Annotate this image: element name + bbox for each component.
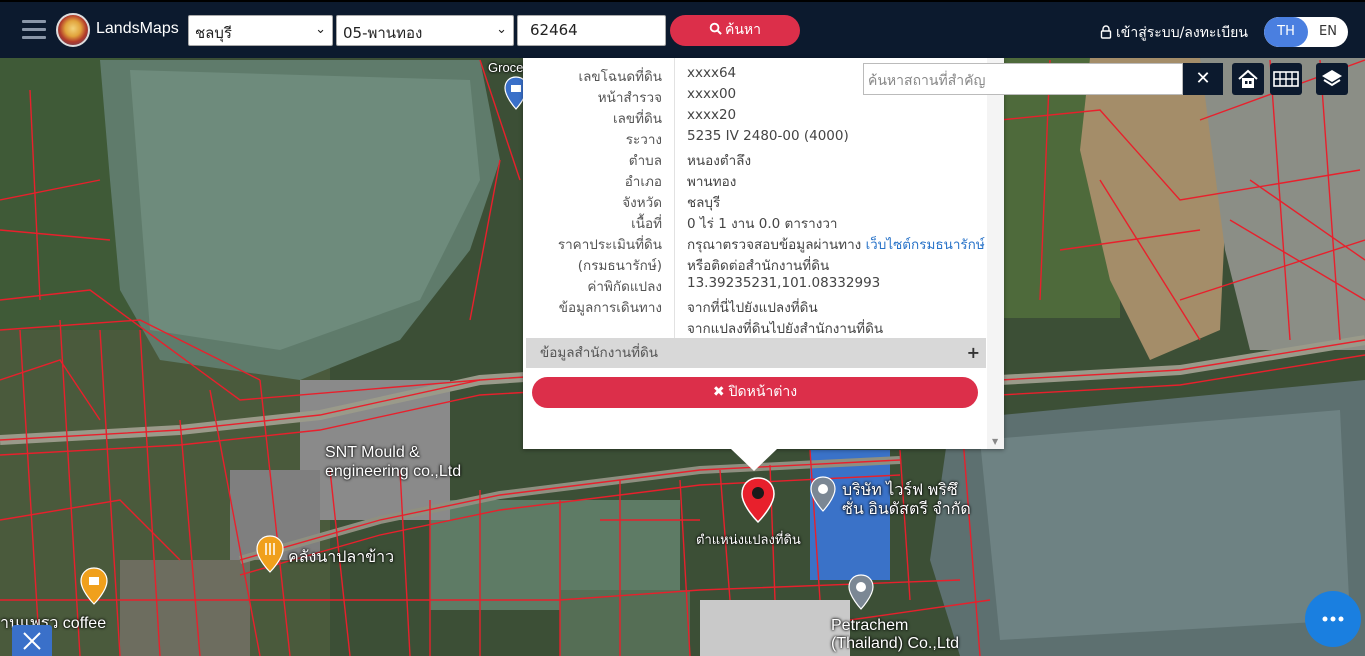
deed-number-value: 62464 <box>530 21 578 39</box>
parcel-info-popup: เลขโฉนดที่ดิน xxxx64 หน้าสำรวจ xxxx00 เล… <box>523 58 1004 471</box>
map-label-snt-line1: SNT Mould & <box>325 444 420 461</box>
info-value: xxxx00 <box>687 86 737 102</box>
province-select-value: ชลบุรี <box>195 24 232 42</box>
chevron-down-icon: ⌄ <box>496 22 507 37</box>
info-value: xxxx64 <box>687 65 737 81</box>
map-label-fish: คลังนาปลาข้าว <box>288 549 395 566</box>
map-label-petrachem-line2: (Thailand) Co.,Ltd <box>831 635 960 652</box>
info-label: จังหวัด <box>622 195 662 211</box>
treasury-website-link[interactable]: เว็บไซต์กรมธนารักษ์ <box>866 237 985 253</box>
map-label-grocery: Groce <box>488 60 524 75</box>
search-icon <box>709 22 722 35</box>
grid-icon <box>1273 71 1299 87</box>
info-value: ชลบุรี <box>687 195 721 211</box>
coord-label: ค่าพิกัดแปลง <box>587 279 662 295</box>
info-label: ระวาง <box>625 132 662 148</box>
info-row: เนื้อที่ 0 ไร่ 1 งาน 0.0 ตารางวา <box>523 212 987 233</box>
search-button[interactable]: ค้นหา <box>670 15 800 46</box>
info-row: ตำบล หนองตำลึง <box>523 149 987 170</box>
province-select[interactable]: ชลบุรี ⌄ <box>188 15 333 46</box>
map-label-snt-line2: engineering co.,Ltd <box>325 463 462 480</box>
landsmaps-logo <box>56 13 90 47</box>
map-label-petrachem-line1: Petrachem <box>831 617 909 634</box>
info-value: หนองตำลึง <box>687 153 752 169</box>
company-pin-icon[interactable] <box>810 476 836 512</box>
close-window-button[interactable]: ✖ ปิดหน้าต่าง <box>532 377 978 408</box>
chat-button[interactable] <box>1305 591 1361 647</box>
parcel-location-pin-icon[interactable] <box>740 476 776 524</box>
coordinates-link[interactable]: 13.39235231,101.08332993 <box>687 275 880 291</box>
district-select-value: 05-พานทอง <box>343 24 423 42</box>
login-link[interactable]: เข้าสู่ระบบ/ลงทะเบียน <box>1100 22 1248 44</box>
route-to-parcel-link[interactable]: จากที่นี่ไปยังแปลงที่ดิน <box>687 296 818 318</box>
info-row: ระวาง 5235 IV 2480-00 (4000) <box>523 128 987 149</box>
map-label-company-line2: ซั่น อินดัสตรี จำกัด <box>842 501 971 518</box>
info-value: xxxx20 <box>687 107 737 123</box>
place-search-input[interactable]: ค้นหาสถานที่สำคัญ <box>863 63 1183 95</box>
price-text-2: หรือติดต่อสำนักงานที่ดิน <box>687 258 830 274</box>
hamburger-menu-icon[interactable] <box>22 20 46 40</box>
map-label-parcel-marker: ตำแหน่งแปลงที่ดิน <box>696 532 801 547</box>
lang-th-button[interactable]: TH <box>1264 17 1308 47</box>
coffee-pin-icon[interactable] <box>80 567 108 605</box>
land-office-section-toggle[interactable]: ข้อมูลสำนักงานที่ดิน + <box>526 338 986 368</box>
info-label: อำเภอ <box>624 174 662 190</box>
info-value: พานทอง <box>687 174 737 190</box>
info-row: จังหวัด ชลบุรี <box>523 191 987 212</box>
route-to-office-link[interactable]: จากแปลงที่ดินไปยังสำนักงานที่ดิน <box>687 317 883 339</box>
info-row: อำเภอ พานทอง <box>523 170 987 191</box>
price-value: กรุณาตรวจสอบข้อมูลผ่านทาง เว็บไซต์กรมธนา… <box>687 233 985 255</box>
restaurant-pin-icon[interactable] <box>256 535 284 573</box>
layers-icon <box>1322 70 1342 87</box>
petrachem-pin-icon[interactable] <box>848 574 874 610</box>
price-label-2: (กรมธนารักษ์) <box>577 258 662 274</box>
price-label: ราคาประเมินที่ดิน <box>557 237 662 253</box>
place-search-placeholder: ค้นหาสถานที่สำคัญ <box>868 73 986 89</box>
home-icon <box>1238 69 1258 88</box>
more-dots-icon <box>1322 616 1344 622</box>
close-icon: ✕ <box>1195 68 1211 89</box>
info-label: เลขโฉนดที่ดิน <box>578 69 662 85</box>
coord-row: ค่าพิกัดแปลง 13.39235231,101.08332993 <box>523 275 987 296</box>
chevron-down-icon: ⌄ <box>315 22 326 37</box>
home-button[interactable] <box>1232 63 1264 95</box>
brand-name: LandsMaps <box>96 20 179 37</box>
layers-button[interactable] <box>1316 63 1348 95</box>
top-navbar: LandsMaps ชลบุรี ⌄ 05-พานทอง ⌄ 62464 ค้น… <box>0 0 1365 58</box>
district-select[interactable]: 05-พานทอง ⌄ <box>336 15 514 46</box>
close-window-label: ปิดหน้าต่าง <box>728 384 798 400</box>
scroll-down-icon[interactable]: ▼ <box>992 437 998 446</box>
info-label: เนื้อที่ <box>631 216 662 232</box>
lang-en-button[interactable]: EN <box>1308 17 1348 47</box>
price-row: ราคาประเมินที่ดิน กรุณาตรวจสอบข้อมูลผ่าน… <box>523 233 987 254</box>
land-office-section-label: ข้อมูลสำนักงานที่ดิน <box>540 345 659 361</box>
info-value: 5235 IV 2480-00 (4000) <box>687 128 849 144</box>
price-row-2: (กรมธนารักษ์) หรือติดต่อสำนักงานที่ดิน <box>523 254 987 275</box>
info-label: ตำบล <box>628 153 662 169</box>
deed-number-input[interactable]: 62464 <box>517 15 666 46</box>
close-icon: ✖ <box>712 384 725 400</box>
travel-row: ข้อมูลการเดินทาง จากที่นี่ไปยังแปลงที่ดิ… <box>523 296 987 317</box>
login-label: เข้าสู่ระบบ/ลงทะเบียน <box>1116 25 1248 41</box>
lock-icon <box>1100 25 1112 39</box>
search-button-label: ค้นหา <box>724 22 762 38</box>
measure-tool-button[interactable] <box>12 625 52 656</box>
info-value: 0 ไร่ 1 งาน 0.0 ตารางวา <box>687 216 838 232</box>
language-toggle: TH EN <box>1264 17 1348 47</box>
travel-label: ข้อมูลการเดินทาง <box>558 300 662 316</box>
info-label: เลขที่ดิน <box>612 111 662 127</box>
ruler-pencil-icon <box>23 631 41 650</box>
grid-button[interactable] <box>1270 63 1302 95</box>
popup-scrollbar[interactable]: ▼ <box>987 58 1004 449</box>
travel-row-2: จากแปลงที่ดินไปยังสำนักงานที่ดิน <box>523 317 987 338</box>
price-text: กรุณาตรวจสอบข้อมูลผ่านทาง <box>687 237 862 253</box>
clear-search-button[interactable]: ✕ <box>1183 63 1223 95</box>
info-label: หน้าสำรวจ <box>597 90 662 106</box>
info-row: เลขที่ดิน xxxx20 <box>523 107 987 128</box>
popup-pointer <box>731 449 777 471</box>
plus-icon: + <box>966 343 980 362</box>
